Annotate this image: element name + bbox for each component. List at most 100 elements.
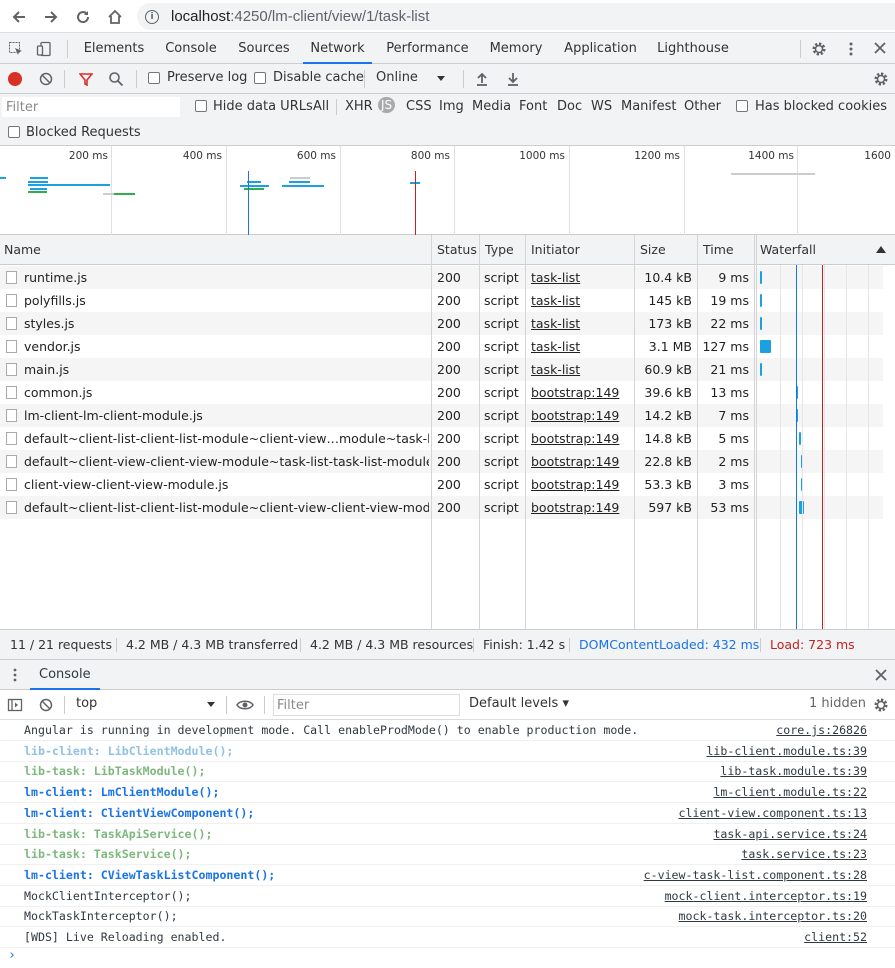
tab-lighthouse[interactable]: Lighthouse bbox=[651, 33, 735, 64]
console-source-link[interactable]: core.js:26826 bbox=[776, 723, 867, 737]
hide-data-urls-checkbox[interactable] bbox=[195, 100, 207, 112]
context-dropdown-icon[interactable] bbox=[207, 702, 215, 707]
throttling-select[interactable]: Online bbox=[376, 70, 418, 85]
table-row[interactable]: main.js 200 script task-list 60.9 kB 21 ms bbox=[0, 358, 883, 381]
address-bar[interactable]: i localhost:4250/lm-client/view/1/task-l… bbox=[137, 3, 895, 30]
forward-icon[interactable] bbox=[39, 5, 63, 29]
console-source-link[interactable]: lib-client.module.ts:39 bbox=[706, 744, 867, 758]
console-source-link[interactable]: mock-task.interceptor.ts:20 bbox=[679, 909, 867, 923]
request-initiator[interactable]: task-list bbox=[531, 358, 631, 381]
type-filter-media[interactable]: Media bbox=[472, 99, 511, 114]
kebab-menu-icon[interactable] bbox=[845, 41, 857, 60]
console-source-link[interactable]: c-view-task-list.component.ts:28 bbox=[644, 868, 867, 882]
table-row[interactable]: polyfills.js 200 script task-list 145 kB 19 m… bbox=[0, 289, 883, 312]
console-source-link[interactable]: lm-client.module.ts:22 bbox=[713, 785, 867, 799]
search-icon[interactable] bbox=[108, 71, 124, 90]
request-initiator[interactable]: task-list bbox=[531, 266, 631, 289]
disable-cache-checkbox[interactable] bbox=[254, 72, 266, 84]
request-initiator[interactable]: bootstrap:149 bbox=[531, 427, 631, 450]
sort-ascending-icon[interactable] bbox=[876, 246, 886, 253]
tab-network[interactable]: Network bbox=[303, 33, 372, 64]
drawer-tab-console[interactable]: Console bbox=[30, 660, 100, 690]
show-sidebar-icon[interactable] bbox=[7, 697, 23, 716]
table-row[interactable]: client-view-client-view-module.js 200 scri… bbox=[0, 473, 883, 496]
column-initiator[interactable]: Initiator bbox=[531, 235, 580, 265]
console-source-link[interactable]: client-view.component.ts:13 bbox=[679, 806, 867, 820]
type-filter-img[interactable]: Img bbox=[439, 99, 464, 114]
table-row[interactable]: styles.js 200 script task-list 173 kB 22 ms bbox=[0, 312, 883, 335]
site-info-icon[interactable]: i bbox=[145, 9, 159, 24]
record-icon[interactable] bbox=[8, 72, 22, 86]
column-size[interactable]: Size bbox=[640, 235, 666, 265]
console-source-link[interactable]: task-api.service.ts:24 bbox=[713, 827, 867, 841]
request-name: default~client-list-client-list-module~c… bbox=[24, 431, 429, 446]
type-filter-manifest[interactable]: Manifest bbox=[621, 99, 676, 114]
back-icon[interactable] bbox=[7, 5, 31, 29]
type-filter-doc[interactable]: Doc bbox=[557, 99, 582, 114]
request-initiator[interactable]: bootstrap:149 bbox=[531, 473, 631, 496]
table-row[interactable]: vendor.js 200 script task-list 3.1 MB 127 ms bbox=[0, 335, 883, 358]
type-filter-font[interactable]: Font bbox=[519, 99, 547, 114]
tab-elements[interactable]: Elements bbox=[76, 33, 152, 64]
reload-icon[interactable] bbox=[71, 5, 95, 29]
log-levels-dropdown[interactable]: Default levels ▾ bbox=[469, 696, 569, 711]
close-devtools-icon[interactable] bbox=[873, 41, 887, 58]
console-source-link[interactable]: lib-task.module.ts:39 bbox=[720, 764, 867, 778]
request-initiator[interactable]: bootstrap:149 bbox=[531, 496, 631, 519]
throttle-dropdown-icon[interactable] bbox=[437, 76, 445, 81]
drawer-menu-icon[interactable] bbox=[12, 668, 18, 685]
console-filter-input[interactable]: Filter bbox=[273, 694, 460, 716]
request-initiator[interactable]: task-list bbox=[531, 312, 631, 335]
column-type[interactable]: Type bbox=[485, 235, 514, 265]
console-settings-gear-icon[interactable] bbox=[873, 697, 889, 716]
type-filter-ws[interactable]: WS bbox=[591, 99, 612, 114]
column-status[interactable]: Status bbox=[437, 235, 477, 265]
request-initiator[interactable]: task-list bbox=[531, 335, 631, 358]
clear-icon[interactable] bbox=[39, 72, 53, 89]
table-row[interactable]: default~client-list-client-list-module~c… bbox=[0, 427, 883, 450]
type-filter-all[interactable]: All bbox=[313, 99, 329, 114]
tab-console[interactable]: Console bbox=[158, 33, 224, 64]
request-initiator[interactable]: bootstrap:149 bbox=[531, 450, 631, 473]
clear-console-icon[interactable] bbox=[39, 698, 53, 715]
has-blocked-cookies-checkbox[interactable] bbox=[736, 100, 748, 112]
preserve-log-checkbox[interactable] bbox=[148, 72, 160, 84]
table-row[interactable]: default~client-list-client-list-module~c… bbox=[0, 496, 883, 519]
export-har-icon[interactable] bbox=[506, 71, 520, 90]
table-row[interactable]: default~client-view-client-view-module~t… bbox=[0, 450, 883, 473]
tab-sources[interactable]: Sources bbox=[230, 33, 298, 64]
filter-funnel-icon[interactable] bbox=[78, 72, 94, 89]
table-row[interactable]: lm-client-lm-client-module.js 200 script bo… bbox=[0, 404, 883, 427]
column-waterfall[interactable]: Waterfall bbox=[760, 235, 816, 265]
table-row[interactable]: runtime.js 200 script task-list 10.4 kB 9 ms bbox=[0, 266, 883, 289]
network-settings-gear-icon[interactable] bbox=[873, 71, 889, 90]
home-icon[interactable] bbox=[103, 5, 127, 29]
console-source-link[interactable]: client:52 bbox=[804, 930, 867, 944]
inspect-element-icon[interactable] bbox=[8, 41, 24, 60]
console-source-link[interactable]: mock-client.interceptor.ts:19 bbox=[665, 889, 867, 903]
device-toolbar-icon[interactable] bbox=[36, 41, 52, 60]
import-har-icon[interactable] bbox=[475, 71, 489, 90]
request-initiator[interactable]: bootstrap:149 bbox=[531, 404, 631, 427]
request-initiator[interactable]: bootstrap:149 bbox=[531, 381, 631, 404]
column-name[interactable]: Name bbox=[4, 235, 41, 265]
table-row[interactable]: common.js 200 script bootstrap:149 39.6 kB 13… bbox=[0, 381, 883, 404]
overview-timeline[interactable]: 200 ms 400 ms 600 ms 800 ms 1000 ms 1200… bbox=[0, 146, 895, 235]
console-source-link[interactable]: task.service.ts:23 bbox=[741, 847, 867, 861]
settings-gear-icon[interactable] bbox=[811, 41, 827, 60]
type-filter-css[interactable]: CSS bbox=[406, 99, 432, 114]
live-expression-eye-icon[interactable] bbox=[236, 698, 254, 715]
tab-memory[interactable]: Memory bbox=[482, 33, 550, 64]
context-selector[interactable]: top bbox=[76, 696, 97, 711]
blocked-requests-checkbox[interactable] bbox=[8, 126, 20, 138]
tab-application[interactable]: Application bbox=[558, 33, 643, 64]
column-time[interactable]: Time bbox=[703, 235, 734, 265]
type-filter-xhr[interactable]: XHR bbox=[345, 99, 373, 114]
tab-performance[interactable]: Performance bbox=[380, 33, 475, 64]
request-initiator[interactable]: task-list bbox=[531, 289, 631, 312]
type-filter-other[interactable]: Other bbox=[684, 99, 721, 114]
filter-input[interactable]: Filter bbox=[2, 97, 180, 117]
console-prompt-icon[interactable]: › bbox=[8, 948, 16, 963]
type-filter-js[interactable]: JS bbox=[378, 97, 396, 113]
close-drawer-icon[interactable] bbox=[874, 668, 888, 685]
